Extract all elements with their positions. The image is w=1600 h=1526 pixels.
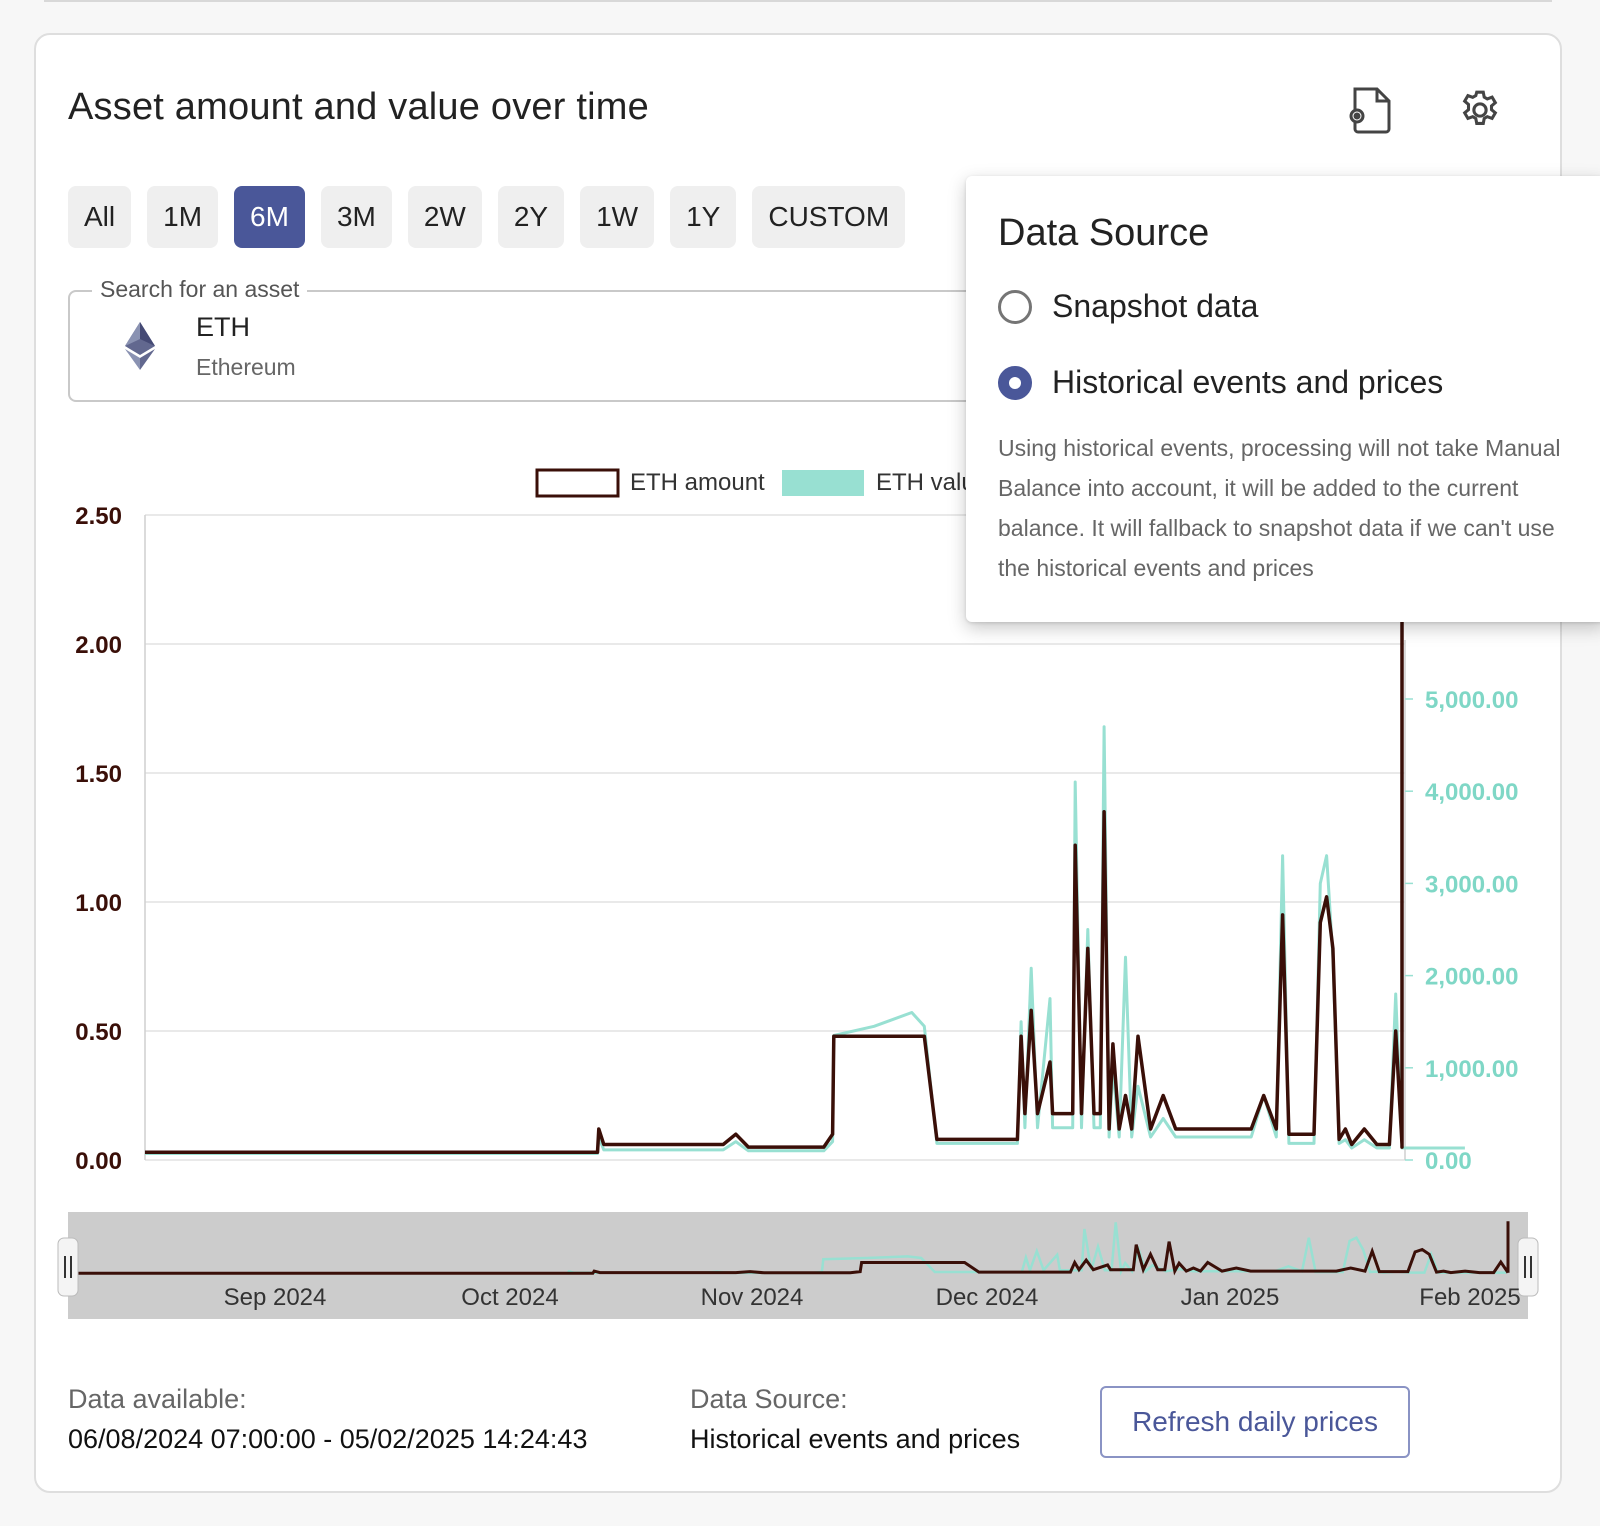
series-eth-value [145, 725, 1465, 1155]
x-axis-tick: Sep 2024 [224, 1284, 327, 1311]
right-axis-tick: 5,000.00 [1425, 687, 1518, 714]
left-axis-tick: 2.50 [75, 503, 122, 530]
navigator-handle-left [57, 1237, 79, 1297]
left-axis-tick: 1.00 [75, 890, 122, 917]
option-label: Historical events and prices [1052, 364, 1444, 400]
option-snapshot-data[interactable]: Snapshot data [998, 288, 1258, 325]
option-historical-events[interactable]: Historical events and prices [998, 364, 1443, 401]
x-axis-tick: Oct 2024 [461, 1284, 558, 1311]
x-axis-tick: Nov 2024 [701, 1284, 804, 1311]
right-axis-tick: 4,000.00 [1425, 779, 1518, 806]
left-axis-tick: 0.50 [75, 1019, 122, 1046]
navigator-handle-right [1517, 1237, 1539, 1297]
left-axis-tick: 0.00 [75, 1148, 122, 1175]
left-axis-tick: 2.00 [75, 632, 122, 659]
popover-description: Using historical events, processing will… [998, 435, 1561, 581]
x-axis-tick: Feb 2025 [1419, 1284, 1520, 1311]
left-axis-tick: 1.50 [75, 761, 122, 788]
option-label: Snapshot data [1052, 288, 1259, 324]
radio-icon[interactable] [998, 289, 1032, 324]
legend-label-amount: ETH amount [630, 469, 765, 496]
right-axis-tick: 3,000.00 [1425, 871, 1518, 898]
right-axis-tick: 0.00 [1425, 1148, 1472, 1175]
series-eth-amount [145, 592, 1404, 1155]
data-source-popover: Data Source Snapshot data Historical eve… [966, 176, 1600, 622]
right-axis-tick: 2,000.00 [1425, 964, 1518, 991]
data-available-value: 06/08/2024 07:00:00 - 05/02/2025 14:24:4… [68, 1424, 588, 1454]
data-source-value: Historical events and prices [690, 1424, 1021, 1454]
popover-title: Data Source [998, 212, 1210, 254]
right-axis-tick: 1,000.00 [1425, 1056, 1518, 1083]
data-available-label: Data available: [68, 1384, 247, 1414]
radio-checked-icon[interactable] [998, 365, 1032, 400]
legend-swatch-amount [535, 468, 620, 498]
x-axis-tick: Jan 2025 [1181, 1284, 1280, 1311]
data-source-label: Data Source: [690, 1384, 848, 1414]
x-axis-tick: Dec 2024 [936, 1284, 1039, 1311]
refresh-daily-prices-button[interactable]: Refresh daily prices [1100, 1386, 1410, 1458]
legend-swatch-value [782, 470, 864, 496]
